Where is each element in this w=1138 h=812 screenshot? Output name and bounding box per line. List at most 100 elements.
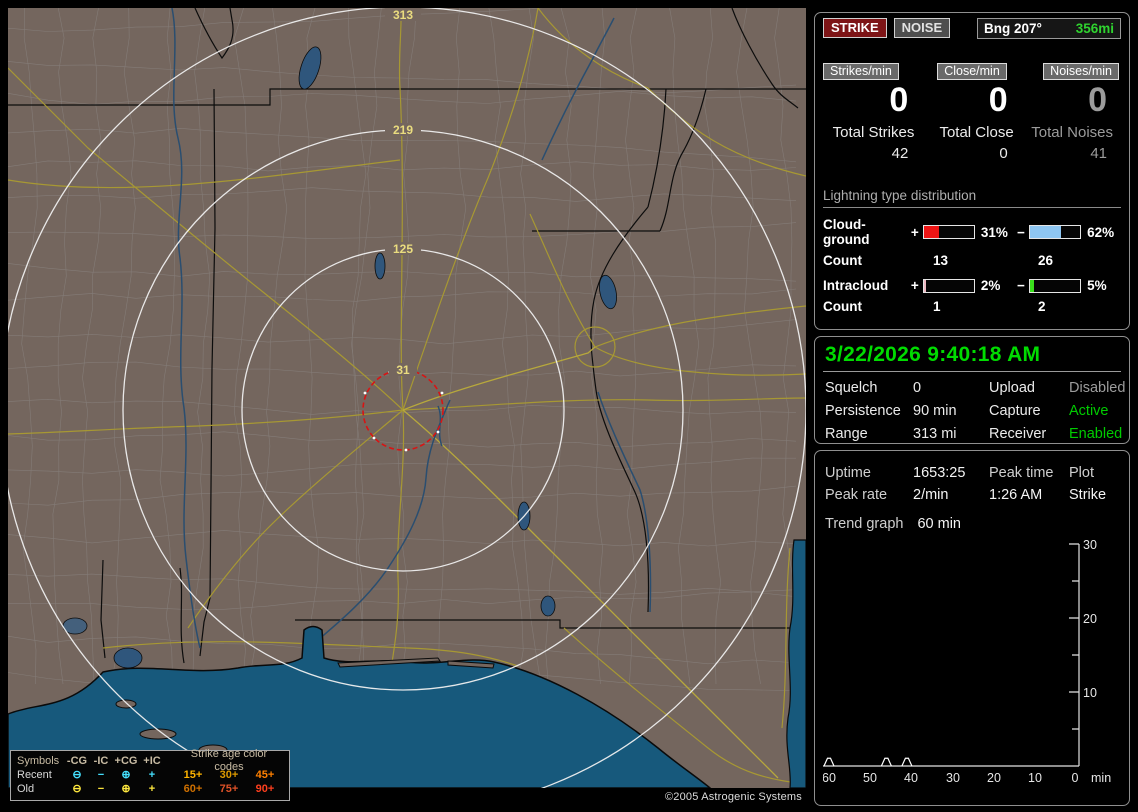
persistence-label: Persistence: [825, 403, 901, 419]
plus-sign: +: [910, 224, 919, 240]
trend-graph-label: Trend graph: [825, 516, 904, 532]
status-panel: 3/22/2026 9:40:18 AM Squelch 0 Upload Di…: [814, 336, 1130, 444]
legend-symbols-header: Symbols: [17, 754, 60, 767]
bearing-display[interactable]: Bng 207° 356mi: [977, 18, 1121, 39]
ic-positive-count: 1: [933, 299, 941, 314]
trend-graph: 30 20 10 60 50 40 30 20 10 0 min: [822, 538, 1111, 785]
xtick-10: 10: [1028, 771, 1042, 785]
pos-ic-old-icon: +: [148, 782, 156, 795]
upload-value: Disabled: [1069, 380, 1126, 396]
total-close-label: Total Close: [939, 124, 1014, 141]
age-75: 75+: [219, 782, 239, 795]
strike-button[interactable]: STRIKE: [823, 18, 887, 38]
receiver-label: Receiver: [989, 426, 1047, 442]
peak-time-value: 1:26 AM: [989, 487, 1043, 503]
ring-label-31: 31: [396, 363, 410, 377]
peak-rate-row: Peak rate 2/min 1:26 AM Strike: [823, 487, 1121, 503]
xtick-20: 20: [987, 771, 1001, 785]
xtick-0: 0: [1072, 771, 1079, 785]
x-unit-label: min: [1091, 771, 1111, 785]
trend-graph-row: Trend graph 60 min: [823, 516, 1121, 532]
cloud-ground-count-row: Count 13 26: [823, 253, 1121, 268]
count-label: Count: [823, 299, 862, 314]
ic-positive-bar: [923, 278, 975, 293]
neg-ic-old-icon: −: [97, 782, 105, 795]
pos-ic-recent-icon: +: [148, 768, 156, 781]
legend-col-neg-cg: -CG: [66, 754, 88, 767]
cg-positive-bar: [923, 225, 975, 239]
cg-positive-count: 13: [933, 253, 949, 268]
squelch-value: 0: [913, 380, 922, 396]
status-row: Range 313 mi Receiver Enabled: [823, 426, 1123, 442]
legend-col-pos-ic: +IC: [143, 754, 161, 767]
cg-negative-pct: 62%: [1087, 224, 1115, 240]
y-minor-ticks: [1072, 580, 1079, 730]
intracloud-label: Intracloud: [823, 278, 889, 293]
close-per-min-value: 0: [988, 81, 1008, 119]
pos-cg-old-icon: ⊕: [121, 782, 131, 795]
intracloud-row: Intracloud + 2% − 5%: [823, 278, 1121, 293]
cloud-ground-label: Cloud-ground: [823, 217, 870, 247]
distribution-title: Lightning type distribution: [823, 188, 1121, 208]
uptime-row: Uptime 1653:25 Peak time Plot: [823, 465, 1121, 481]
neg-cg-old-icon: ⊖: [72, 782, 82, 795]
legend-row-old: Old: [17, 782, 35, 795]
squelch-label: Squelch: [825, 380, 878, 396]
ring-label-313: 313: [393, 8, 413, 22]
peak-time-label: Peak time: [989, 465, 1054, 481]
ring-label-125: 125: [393, 242, 413, 256]
peak-rate-label: Peak rate: [825, 487, 888, 503]
xtick-60: 60: [823, 771, 836, 785]
status-row: Persistence 90 min Capture Active: [823, 403, 1121, 419]
capture-label: Capture: [989, 403, 1041, 419]
age-30: 30+: [219, 768, 239, 781]
xtick-50: 50: [863, 771, 877, 785]
ytick-30: 30: [1083, 538, 1097, 552]
uptime-label: Uptime: [825, 465, 871, 481]
cg-positive-pct: 31%: [980, 224, 1008, 240]
cloud-ground-row: Cloud-ground + 31% − 62%: [823, 217, 1121, 247]
ytick-20: 20: [1083, 612, 1097, 626]
bearing-distance: 356mi: [1075, 21, 1114, 36]
lightning-distribution: Lightning type distribution Cloud-ground…: [823, 188, 1121, 314]
age-15: 15+: [183, 768, 203, 781]
close-per-min-button[interactable]: Close/min: [937, 63, 1007, 80]
legend-col-neg-ic: -IC: [93, 754, 109, 767]
ic-positive-pct: 2%: [980, 278, 1001, 293]
age-45: 45+: [255, 768, 275, 781]
neg-cg-recent-icon: ⊖: [72, 768, 82, 781]
age-90: 90+: [255, 782, 275, 795]
xtick-30: 30: [946, 771, 960, 785]
trend-graph-window: 60 min: [917, 516, 961, 532]
trend-peaks: [823, 757, 913, 767]
minus-sign: −: [1017, 278, 1025, 293]
intracloud-count-row: Count 1 2: [823, 299, 1121, 314]
receiver-value: Enabled: [1069, 426, 1123, 442]
legend-col-pos-cg: +CG: [114, 754, 138, 767]
cg-negative-bar: [1029, 225, 1082, 239]
xtick-40: 40: [904, 771, 918, 785]
plus-sign: +: [910, 278, 919, 293]
strikes-per-min-button[interactable]: Strikes/min: [823, 63, 899, 80]
ic-negative-count: 2: [1038, 299, 1046, 314]
trend-panel: Uptime 1653:25 Peak time Plot Peak rate …: [814, 450, 1130, 806]
noise-button[interactable]: NOISE: [893, 18, 951, 38]
ring-label-219: 219: [393, 123, 413, 137]
range-value: 313 mi: [913, 426, 957, 442]
noises-per-min-button[interactable]: Noises/min: [1043, 63, 1119, 80]
neg-ic-recent-icon: −: [97, 768, 105, 781]
ytick-10: 10: [1083, 686, 1097, 700]
lightning-map[interactable]: 313 219 125 31 Symbols -CG -IC +CG +IC S…: [8, 8, 806, 804]
map-legend: Symbols -CG -IC +CG +IC Strike age color…: [10, 748, 290, 801]
pos-cg-recent-icon: ⊕: [121, 768, 131, 781]
stats-panel: STRIKE NOISE Bng 207° 356mi Strikes/min …: [814, 12, 1130, 330]
copyright-text: ©2005 Astrogenic Systems: [664, 791, 802, 803]
trend-axes: [823, 544, 1080, 767]
uptime-value: 1653:25: [913, 465, 966, 481]
strikes-per-min-value: 0: [889, 81, 909, 119]
ic-negative-pct: 5%: [1087, 278, 1107, 293]
total-strikes-label: Total Strikes: [832, 124, 915, 141]
age-60: 60+: [183, 782, 203, 795]
bearing-value: Bng 207°: [984, 21, 1042, 36]
upload-label: Upload: [989, 380, 1035, 396]
